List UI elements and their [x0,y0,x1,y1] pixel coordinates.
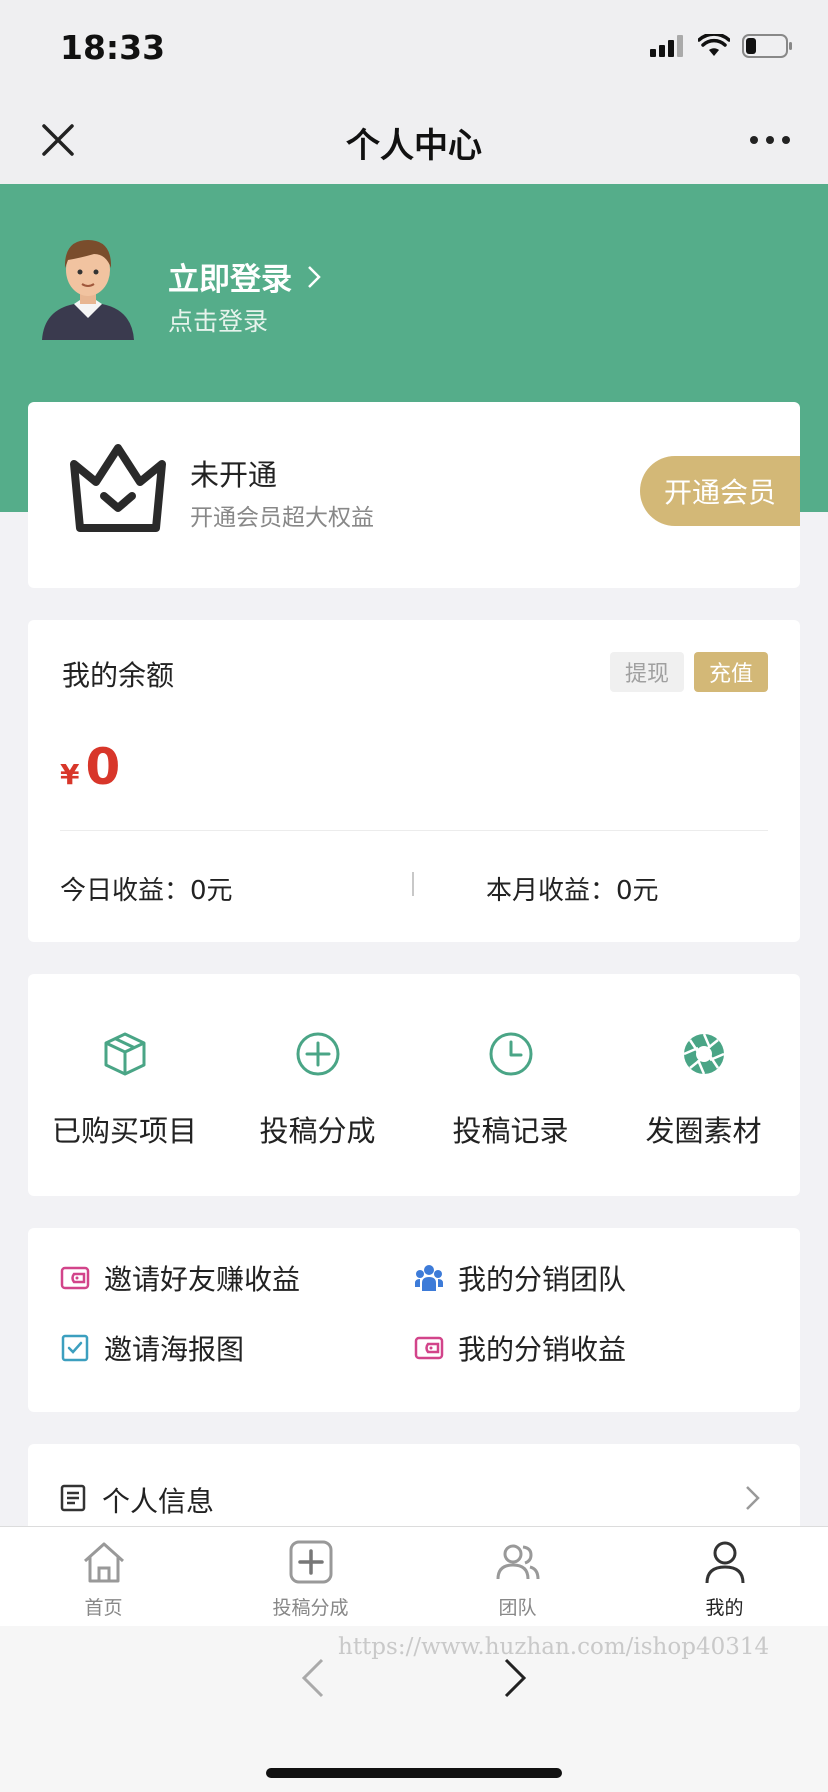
status-time: 18:33 [60,28,166,67]
crown-icon [70,444,166,532]
tab-label: 投稿分成 [272,1597,349,1619]
avatar[interactable] [38,232,138,340]
distribution-earnings-link[interactable]: 我的分销收益 [414,1328,626,1368]
tab-team[interactable]: 团队 [414,1539,621,1623]
personal-info-row[interactable]: 个人信息 [28,1444,800,1530]
document-icon [60,1484,86,1512]
function-label: 发圈素材 [645,1114,762,1148]
tab-home[interactable]: 首页 [0,1539,207,1623]
browser-toolbar: https://www.huzhan.com/ishop40314 [0,1626,828,1792]
status-icons [650,34,794,58]
wallet-icon [60,1266,90,1290]
box-icon [104,1032,145,1076]
distribution-team-link[interactable]: 我的分销团队 [414,1258,626,1298]
today-earnings: 今日收益：0元 [60,876,233,906]
plus-circle-icon [296,1032,339,1076]
login-link[interactable]: 立即登录 [168,254,322,299]
share-label: 我的分销收益 [458,1333,627,1366]
open-vip-button[interactable]: 开通会员 [640,456,800,526]
balance-title: 我的余额 [62,659,175,692]
users-icon [496,1544,539,1580]
invite-friends-link[interactable]: 邀请好友赚收益 [60,1258,300,1298]
function-label: 已购买项目 [51,1114,197,1148]
chevron-right-icon [308,265,321,288]
function-grid: 已购买项目 投稿分成 投稿记录 发圈素材 [28,974,800,1196]
share-label: 我的分销团队 [458,1263,627,1296]
tab-mine[interactable]: 我的 [621,1539,828,1623]
share-card: 邀请好友赚收益 我的分销团队 邀请海报图 我的分销收益 [28,1228,800,1412]
login-subtitle: 点击登录 [168,307,269,336]
plus-square-icon [289,1540,332,1584]
share-label: 邀请好友赚收益 [104,1263,301,1296]
function-submission-share[interactable]: 投稿分成 [221,1030,414,1160]
invite-poster-link[interactable]: 邀请海报图 [60,1328,244,1368]
nav-bar: 个人中心 [0,96,828,184]
tab-label: 我的 [705,1597,744,1619]
function-label: 投稿分成 [259,1114,376,1148]
user-icon [705,1541,744,1584]
more-icon[interactable] [748,122,792,158]
chevron-right-icon [746,1486,760,1510]
divider [412,872,414,896]
tab-bar: 首页 投稿分成 团队 我的 [0,1526,828,1626]
wifi-icon [698,34,730,56]
balance-amount: ¥ 0 [60,738,120,796]
share-label: 邀请海报图 [104,1333,245,1366]
wallet-icon [414,1336,444,1360]
balance-card: 我的余额 提现 充值 ¥ 0 今日收益：0元 本月收益：0元 [28,620,800,942]
tab-submission-share[interactable]: 投稿分成 [207,1539,414,1623]
vip-status: 未开通 [190,458,278,492]
vip-card: 未开通 开通会员超大权益 开通会员 [28,402,800,588]
team-icon [415,1265,443,1291]
signal-icon [650,35,683,57]
home-indicator [266,1768,562,1778]
function-post-materials[interactable]: 发圈素材 [607,1030,800,1160]
withdraw-button[interactable]: 提现 [610,652,684,692]
balance-value: 0 [85,738,121,796]
divider [60,830,768,831]
checkbox-icon [61,1334,89,1362]
status-bar: 18:33 [0,0,828,96]
forward-icon[interactable] [500,1656,530,1700]
clock-icon [489,1032,532,1076]
function-label: 投稿记录 [452,1114,569,1148]
home-icon [83,1542,124,1583]
month-earnings: 本月收益：0元 [486,876,659,906]
battery-icon [742,34,792,58]
function-submission-records[interactable]: 投稿记录 [414,1030,607,1160]
page-title: 个人中心 [346,126,482,166]
personal-info-label: 个人信息 [102,1485,215,1518]
vip-subtitle: 开通会员超大权益 [190,505,374,531]
aperture-icon [683,1033,724,1075]
tab-label: 团队 [498,1597,537,1619]
back-icon[interactable] [298,1656,328,1700]
currency-symbol: ¥ [60,758,80,791]
watermark: https://www.huzhan.com/ishop40314 [338,1634,770,1660]
recharge-button[interactable]: 充值 [694,652,768,692]
login-title: 立即登录 [168,262,292,298]
function-purchased-projects[interactable]: 已购买项目 [28,1030,221,1160]
tab-label: 首页 [84,1597,123,1619]
